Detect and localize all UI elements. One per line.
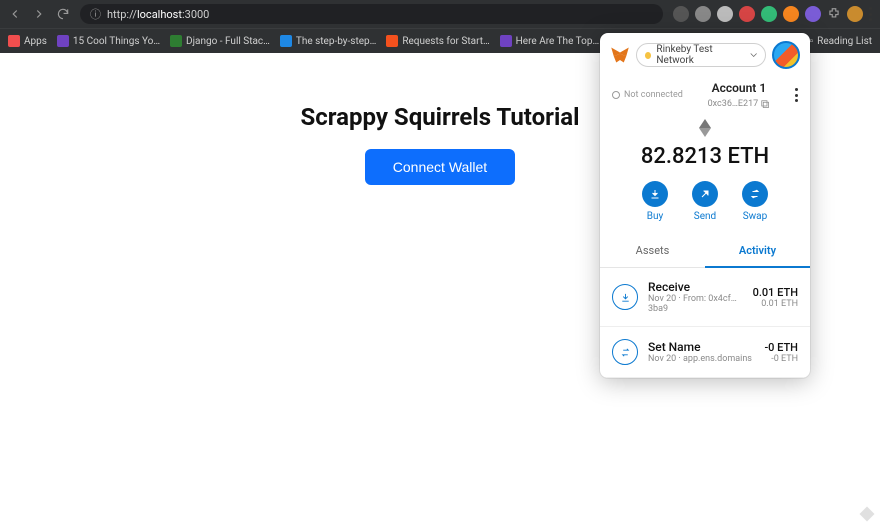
swap-icon bbox=[612, 339, 638, 365]
bookmark-item[interactable]: Requests for Start… bbox=[386, 35, 489, 47]
ext-icon[interactable] bbox=[673, 6, 689, 22]
url-bar[interactable]: ⓘ http://localhost:3000 bbox=[80, 4, 663, 24]
arrow-up-right-icon bbox=[692, 181, 718, 207]
account-avatar[interactable] bbox=[772, 41, 800, 69]
metamask-toolbar-icon[interactable] bbox=[783, 6, 799, 22]
forward-button[interactable] bbox=[32, 7, 46, 21]
connect-wallet-button[interactable]: Connect Wallet bbox=[365, 149, 515, 185]
buy-button[interactable]: Buy bbox=[642, 181, 668, 222]
browser-toolbar: ⓘ http://localhost:3000 bbox=[0, 0, 880, 28]
bookmark-item[interactable]: The step-by-step… bbox=[280, 35, 376, 47]
send-button[interactable]: Send bbox=[692, 181, 718, 222]
bookmark-item[interactable]: Apps bbox=[8, 35, 47, 47]
swap-icon bbox=[742, 181, 768, 207]
page-body: Scrappy Squirrels Tutorial Connect Walle… bbox=[0, 53, 880, 526]
connection-status[interactable]: Not connected bbox=[612, 90, 683, 100]
download-icon bbox=[642, 181, 668, 207]
devtools-corner-icon bbox=[858, 505, 876, 523]
bookmark-item[interactable]: Here Are The Top… bbox=[500, 35, 599, 47]
transaction-row[interactable]: ReceiveNov 20 · From: 0x4cf…3ba90.01 ETH… bbox=[600, 268, 810, 327]
ext-icon[interactable] bbox=[805, 6, 821, 22]
copy-icon[interactable] bbox=[761, 100, 770, 109]
tab-assets[interactable]: Assets bbox=[600, 234, 705, 267]
download-icon bbox=[612, 284, 638, 310]
eth-icon bbox=[600, 119, 810, 140]
metamask-fox-icon bbox=[610, 45, 630, 65]
browser-menu[interactable] bbox=[869, 7, 872, 21]
bookmark-item[interactable]: Django - Full Stac… bbox=[170, 35, 270, 47]
tab-activity[interactable]: Activity bbox=[705, 234, 810, 267]
info-icon: ⓘ bbox=[90, 6, 101, 22]
swap-button[interactable]: Swap bbox=[742, 181, 768, 222]
transaction-row[interactable]: Set NameNov 20 · app.ens.domains-0 ETH-0… bbox=[600, 327, 810, 378]
back-button[interactable] bbox=[8, 7, 22, 21]
reload-button[interactable] bbox=[56, 7, 70, 21]
account-selector[interactable]: Account 1 0xc36…E217 bbox=[689, 81, 789, 109]
account-menu[interactable] bbox=[795, 88, 798, 102]
network-selector[interactable]: Rinkeby Test Network bbox=[636, 43, 766, 67]
toolbar-right bbox=[673, 6, 872, 22]
extensions-icon[interactable] bbox=[827, 7, 841, 21]
url-text: http://localhost:3000 bbox=[107, 8, 209, 21]
profile-avatar[interactable] bbox=[847, 6, 863, 22]
balance: 82.8213 ETH bbox=[600, 144, 810, 169]
ext-icon[interactable] bbox=[761, 6, 777, 22]
chevron-down-icon bbox=[750, 51, 757, 59]
network-status-dot bbox=[645, 52, 651, 59]
bookmark-item[interactable]: 15 Cool Things Yo… bbox=[57, 35, 160, 47]
metamask-popup: Rinkeby Test Network Not connected Accou… bbox=[600, 33, 810, 378]
ext-icon[interactable] bbox=[695, 6, 711, 22]
ext-icon[interactable] bbox=[717, 6, 733, 22]
ext-icon[interactable] bbox=[739, 6, 755, 22]
